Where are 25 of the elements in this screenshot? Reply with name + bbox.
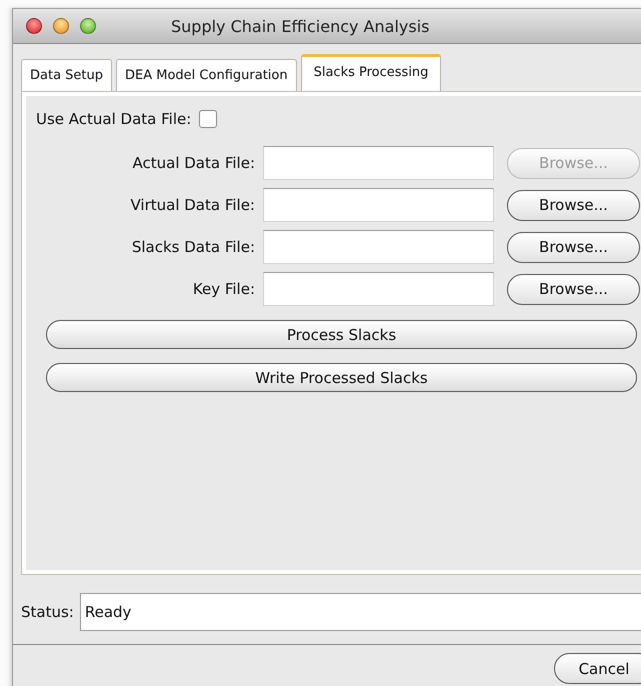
window-title: Supply Chain Efficiency Analysis [171, 17, 430, 36]
field-label: Key File: [192, 280, 255, 298]
input-field[interactable] [263, 146, 494, 180]
action-button[interactable]: Write Processed Slacks [46, 363, 637, 392]
field-label: Actual Data File: [132, 154, 255, 172]
browse-button[interactable]: Browse... [507, 274, 640, 304]
minimize-icon[interactable] [53, 18, 69, 34]
browse-button[interactable]: Browse... [507, 232, 640, 262]
tab[interactable]: Data Setup [21, 59, 112, 91]
tab[interactable]: Slacks Processing [300, 54, 442, 91]
input-field[interactable] [263, 272, 494, 306]
input-field[interactable] [263, 230, 494, 264]
field-label: Virtual Data File: [129, 196, 255, 214]
browse-button[interactable]: Browse... [507, 190, 640, 220]
input-field[interactable] [263, 188, 494, 222]
status-field: Ready [80, 593, 641, 631]
zoom-icon[interactable] [80, 18, 96, 34]
tab[interactable]: DEA Model Configuration [116, 59, 297, 91]
checkbox[interactable] [199, 110, 218, 128]
field-label: Use Actual Data File: [36, 110, 192, 128]
status-label: Status: [21, 603, 74, 621]
close-icon[interactable] [26, 18, 42, 34]
field-label: Slacks Data File: [130, 238, 255, 256]
cancel-button[interactable]: Cancel [554, 653, 641, 684]
action-button[interactable]: Process Slacks [46, 320, 637, 349]
